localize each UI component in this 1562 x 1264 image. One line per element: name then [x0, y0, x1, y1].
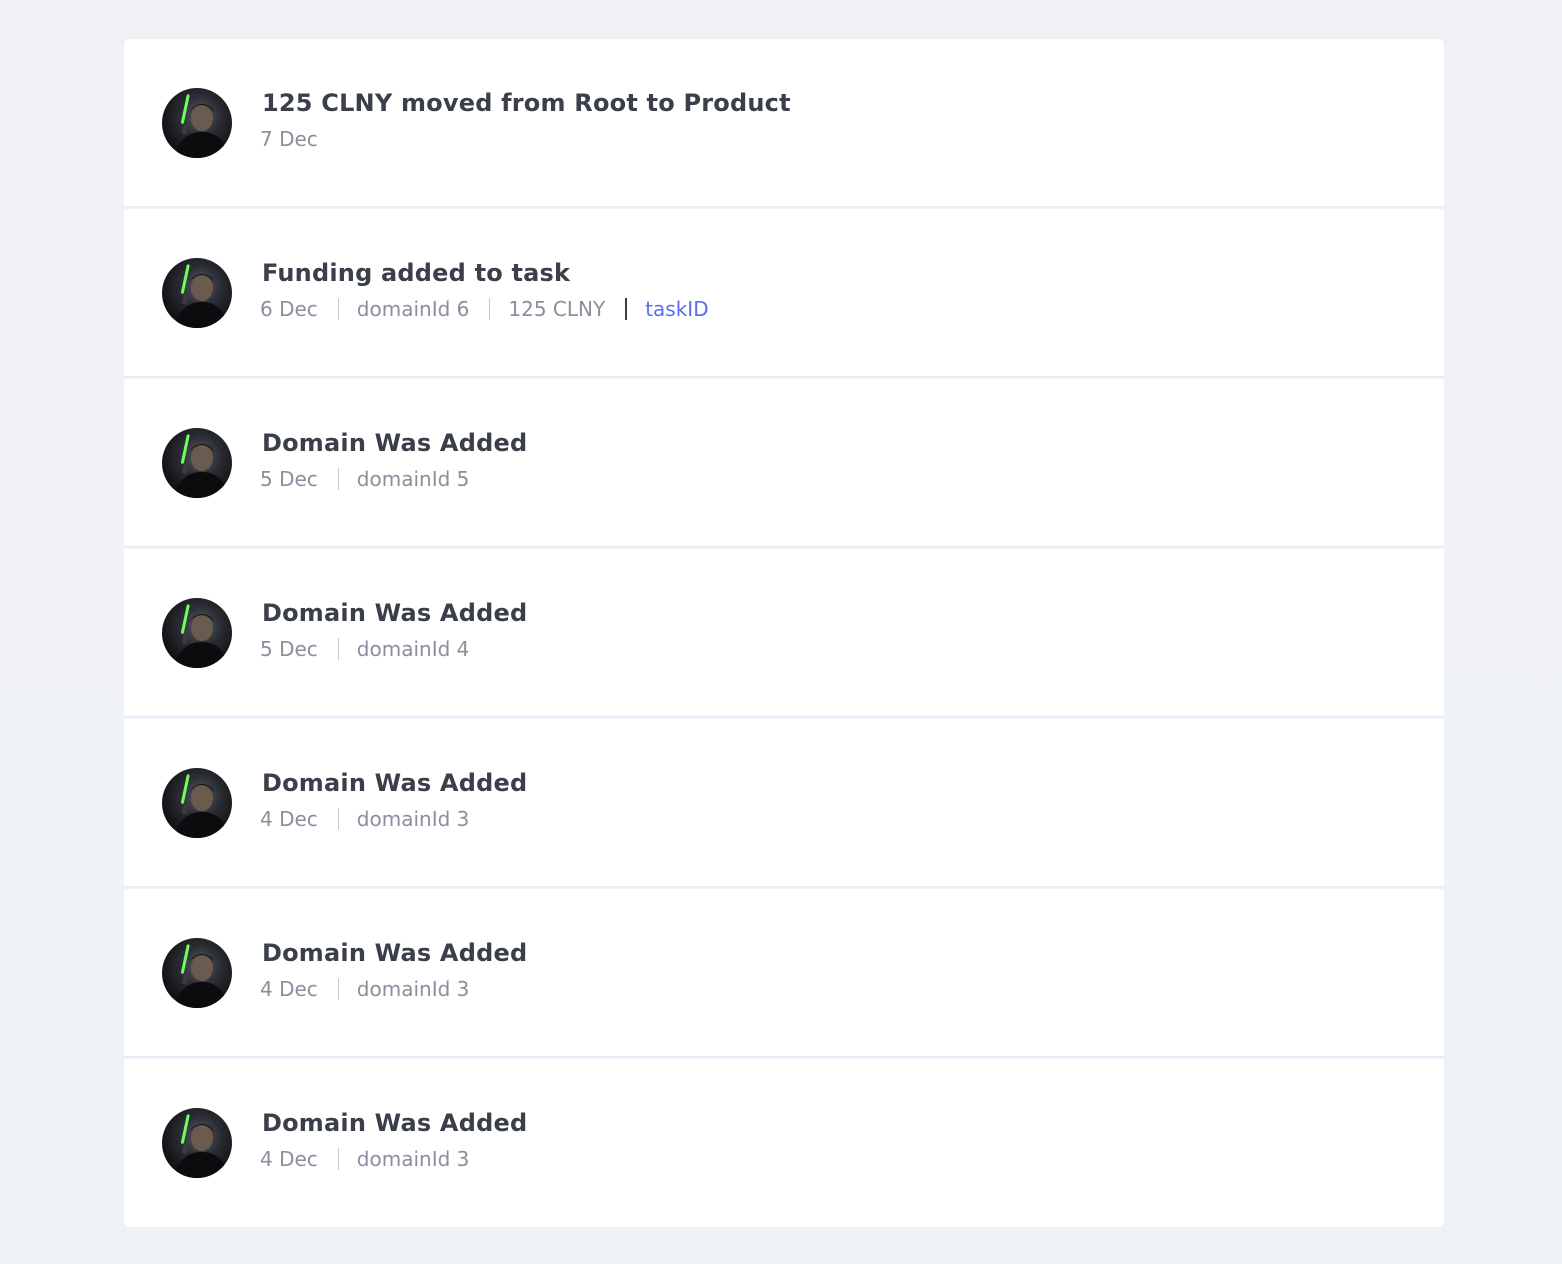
- event-domain: domainId 3: [356, 807, 470, 831]
- activity-item: Domain Was Added 4 Dec domainId 3: [124, 1059, 1444, 1227]
- event-date: 5 Dec: [260, 467, 318, 491]
- user-avatar[interactable]: [162, 938, 232, 1008]
- event-amount: 125 CLNY: [508, 297, 606, 321]
- activity-item: Domain Was Added 5 Dec domainId 4: [124, 549, 1444, 717]
- user-avatar[interactable]: [162, 768, 232, 838]
- event-date: 7 Dec: [260, 127, 318, 151]
- event-title: Domain Was Added: [262, 769, 528, 797]
- separator: [337, 808, 339, 830]
- event-meta: 5 Dec domainId 5: [260, 467, 469, 491]
- user-avatar[interactable]: [162, 258, 232, 328]
- event-title: Funding added to task: [262, 259, 571, 287]
- task-link[interactable]: taskID: [645, 297, 708, 321]
- activity-item: Domain Was Added 4 Dec domainId 3: [124, 719, 1444, 887]
- separator: [337, 298, 339, 320]
- event-title: Domain Was Added: [262, 1109, 528, 1137]
- event-domain: domainId 3: [356, 977, 470, 1001]
- separator: [337, 1148, 339, 1170]
- event-title: 125 CLNY moved from Root to Product: [262, 89, 791, 117]
- event-title: Domain Was Added: [262, 429, 528, 457]
- event-date: 6 Dec: [260, 297, 318, 321]
- separator: [337, 638, 339, 660]
- separator: [625, 298, 628, 320]
- user-avatar[interactable]: [162, 598, 232, 668]
- event-date: 4 Dec: [260, 977, 318, 1001]
- event-domain: domainId 3: [356, 1147, 470, 1171]
- event-domain: domainId 5: [356, 467, 470, 491]
- event-date: 4 Dec: [260, 807, 318, 831]
- activity-feed: 125 CLNY moved from Root to Product 7 De…: [124, 39, 1444, 1229]
- event-meta: 5 Dec domainId 4: [260, 637, 469, 661]
- event-meta: 7 Dec: [260, 127, 318, 151]
- user-avatar[interactable]: [162, 428, 232, 498]
- separator: [337, 978, 339, 1000]
- user-avatar[interactable]: [162, 1108, 232, 1178]
- event-title: Domain Was Added: [262, 939, 528, 967]
- event-meta: 4 Dec domainId 3: [260, 807, 469, 831]
- activity-item: Funding added to task 6 Dec domainId 6 1…: [124, 209, 1444, 377]
- user-avatar[interactable]: [162, 88, 232, 158]
- event-date: 4 Dec: [260, 1147, 318, 1171]
- event-date: 5 Dec: [260, 637, 318, 661]
- event-meta: 4 Dec domainId 3: [260, 977, 469, 1001]
- event-domain: domainId 4: [356, 637, 470, 661]
- separator: [337, 468, 339, 490]
- separator: [489, 298, 491, 320]
- event-meta: 4 Dec domainId 3: [260, 1147, 469, 1171]
- activity-item: Domain Was Added 5 Dec domainId 5: [124, 379, 1444, 547]
- event-meta: 6 Dec domainId 6 125 CLNY taskID: [260, 297, 709, 321]
- event-title: Domain Was Added: [262, 599, 528, 627]
- activity-item: 125 CLNY moved from Root to Product 7 De…: [124, 39, 1444, 207]
- activity-item: Domain Was Added 4 Dec domainId 3: [124, 889, 1444, 1057]
- event-domain: domainId 6: [356, 297, 470, 321]
